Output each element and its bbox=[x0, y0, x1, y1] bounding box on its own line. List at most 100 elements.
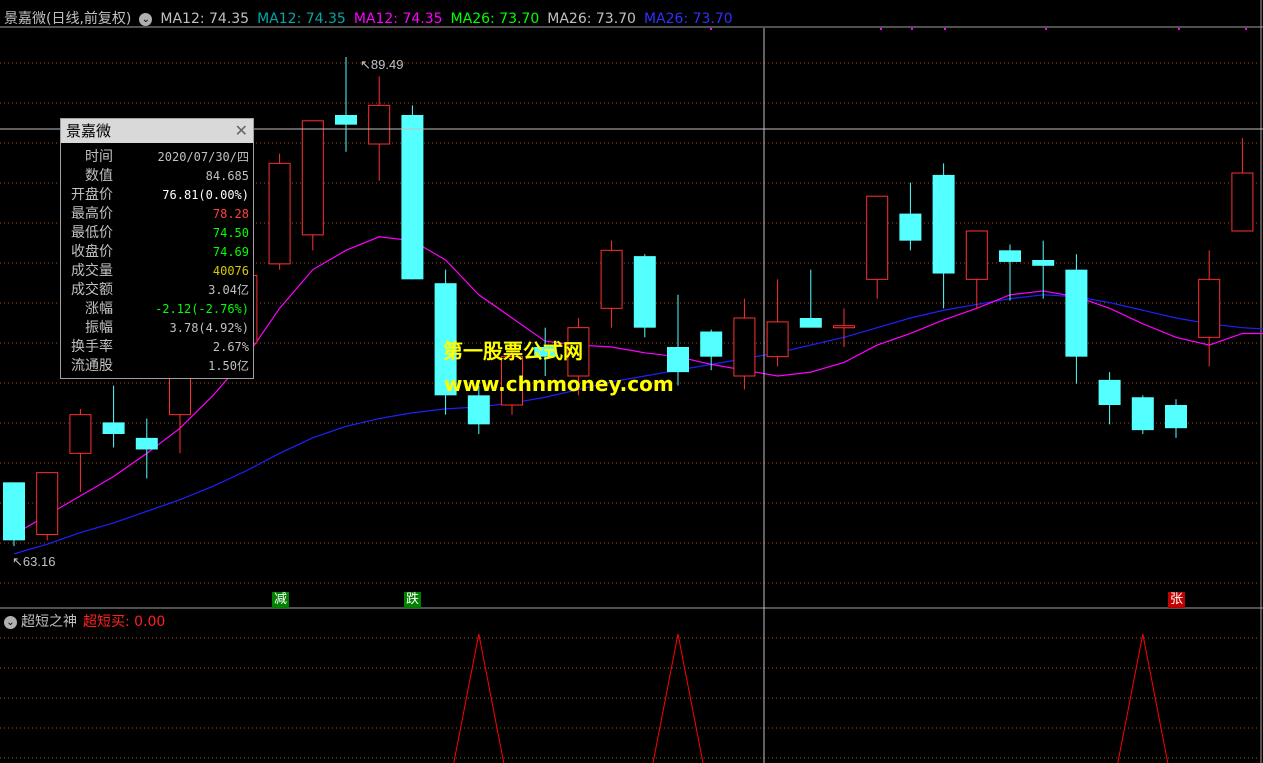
info-value: 3.04亿 bbox=[208, 283, 249, 297]
candle-body-down bbox=[633, 256, 656, 328]
candle-body-up bbox=[965, 230, 988, 280]
candle-body-down bbox=[1065, 269, 1088, 357]
info-value: 74.50 bbox=[212, 226, 249, 240]
candle-body-down bbox=[1131, 397, 1154, 431]
info-value: 2020/07/30/四 bbox=[157, 150, 249, 164]
info-row: 流通股 1.50亿 bbox=[61, 357, 253, 376]
candle-body-down bbox=[932, 174, 955, 274]
info-row: 开盘价 76.81(0.00%) bbox=[61, 186, 253, 205]
candle-body-down bbox=[899, 213, 922, 241]
candle-body-up bbox=[766, 321, 789, 358]
candle-body-up bbox=[833, 325, 855, 329]
info-key: 成交额 bbox=[71, 282, 113, 298]
info-key: 流通股 bbox=[71, 358, 113, 374]
watermark-url: www.chnmoney.com bbox=[444, 372, 674, 396]
candle-body-down bbox=[1032, 260, 1055, 266]
info-key: 换手率 bbox=[71, 339, 113, 355]
info-key: 成交量 bbox=[71, 263, 113, 279]
top-dot-marker bbox=[710, 28, 712, 30]
candle-body-up bbox=[368, 104, 391, 145]
candle-body-up bbox=[1198, 278, 1221, 338]
candle-body-down bbox=[1098, 379, 1121, 405]
indicator-name: 超短之神 bbox=[21, 614, 77, 630]
close-icon[interactable]: ✕ bbox=[235, 119, 248, 143]
info-key: 最低价 bbox=[71, 225, 113, 241]
info-row: 成交量 40076 bbox=[61, 262, 253, 281]
info-key: 最高价 bbox=[71, 206, 113, 222]
top-dot-marker bbox=[1178, 28, 1180, 30]
price-info-box[interactable]: 景嘉微 ✕ 时间 2020/07/30/四数值 84.685 开盘价 76.81(0.0… bbox=[60, 118, 254, 379]
stock-name-label: 景嘉微(日线,前复权) bbox=[4, 11, 132, 27]
candle-body-up bbox=[866, 195, 889, 280]
info-value: 3.78(4.92%) bbox=[169, 321, 249, 335]
ma-legend-item: MA12: 74.35 bbox=[160, 11, 250, 27]
candle-body-down bbox=[102, 422, 125, 434]
signal-marker-reduce: 减 bbox=[272, 592, 290, 608]
info-value: 78.28 bbox=[212, 207, 249, 221]
info-row: 成交额 3.04亿 bbox=[61, 281, 253, 300]
info-row: 收盘价 74.69 bbox=[61, 243, 253, 262]
candle-body-up bbox=[301, 120, 324, 236]
signal-marker-rise: 张 bbox=[1168, 592, 1186, 608]
info-row: 振幅 3.78(4.92%) bbox=[61, 319, 253, 338]
info-key: 涨幅 bbox=[85, 301, 113, 317]
info-row: 涨幅 -2.12(-2.76%) bbox=[61, 300, 253, 319]
info-value: 2.67% bbox=[212, 340, 249, 354]
info-box-title: 景嘉微 ✕ bbox=[61, 119, 253, 143]
indicator-value: 超短买: 0.00 bbox=[83, 614, 166, 630]
info-key: 时间 bbox=[85, 149, 113, 165]
top-dot-marker bbox=[1045, 28, 1047, 30]
candle-body-up bbox=[600, 249, 623, 309]
info-key: 开盘价 bbox=[71, 187, 113, 203]
info-value: 76.81(0.00%) bbox=[162, 188, 249, 202]
candle-body-down bbox=[1165, 405, 1187, 429]
candle-body-down bbox=[467, 395, 490, 425]
sub-legend: ⌄ 超短之神 超短买: 0.00 bbox=[4, 611, 165, 631]
ma-legend-item: MA26: 73.70 bbox=[547, 11, 636, 27]
high-price-label: ↖89.49 bbox=[360, 57, 403, 72]
watermark-title: 第一股票公式网 bbox=[443, 339, 583, 363]
ma-legend-item: MA12: 74.35 bbox=[353, 11, 443, 27]
info-row: 数值 84.685 bbox=[61, 167, 253, 186]
candle-body-down bbox=[799, 318, 822, 328]
candle-body-down bbox=[335, 115, 357, 125]
low-price-label: ↖63.16 bbox=[12, 554, 55, 569]
candle-body-up bbox=[733, 317, 756, 377]
ma-legend-item: MA26: 73.70 bbox=[643, 11, 733, 27]
info-key: 数值 bbox=[85, 168, 113, 184]
info-value: 40076 bbox=[212, 264, 249, 278]
ma-legend-item: MA26: 73.70 bbox=[450, 11, 540, 27]
info-value: 74.69 bbox=[212, 245, 249, 259]
candle-body-up bbox=[69, 414, 92, 454]
signal-marker-fall: 跌 bbox=[404, 592, 422, 608]
info-row: 最高价 78.28 bbox=[61, 205, 253, 224]
candle-body-down bbox=[667, 347, 689, 373]
main-legend: 景嘉微(日线,前复权) ⌄ MA12: 74.35 MA12: 74.35 MA12: … bbox=[4, 8, 749, 28]
info-value: 84.685 bbox=[205, 169, 249, 183]
info-table: 时间 2020/07/30/四数值 84.685 开盘价 76.81(0.00%) 最高价… bbox=[61, 148, 253, 376]
indicator-dropdown-icon[interactable]: ⌄ bbox=[4, 615, 17, 629]
info-value: -2.12(-2.76%) bbox=[155, 302, 249, 316]
ma-legend-item: MA12: 74.35 bbox=[257, 11, 346, 27]
candle-body-up bbox=[1231, 172, 1254, 232]
info-row: 最低价 74.50 bbox=[61, 224, 253, 243]
candle-body-down bbox=[999, 250, 1021, 262]
info-row: 换手率 2.67% bbox=[61, 338, 253, 357]
info-row: 时间 2020/07/30/四 bbox=[61, 148, 253, 167]
ma-legend-list: MA12: 74.35 MA12: 74.35 MA12: 74.35 MA26: 7… bbox=[160, 11, 740, 27]
candle-body-down bbox=[3, 482, 25, 541]
top-dot-marker bbox=[911, 28, 913, 30]
top-dot-marker bbox=[880, 28, 882, 30]
top-dot-marker bbox=[944, 28, 946, 30]
candle-body-up bbox=[36, 472, 59, 536]
info-value: 1.50亿 bbox=[208, 359, 249, 373]
candle-body-up bbox=[268, 162, 291, 265]
top-dot-marker bbox=[1245, 28, 1247, 30]
info-key: 收盘价 bbox=[71, 244, 113, 260]
candle-body-down bbox=[401, 115, 424, 280]
candle-body-down bbox=[700, 331, 723, 357]
settings-dropdown-icon[interactable]: ⌄ bbox=[139, 12, 153, 26]
info-box-stock-name: 景嘉微 bbox=[66, 122, 112, 140]
info-key: 振幅 bbox=[85, 320, 113, 336]
candle-body-down bbox=[135, 437, 158, 450]
